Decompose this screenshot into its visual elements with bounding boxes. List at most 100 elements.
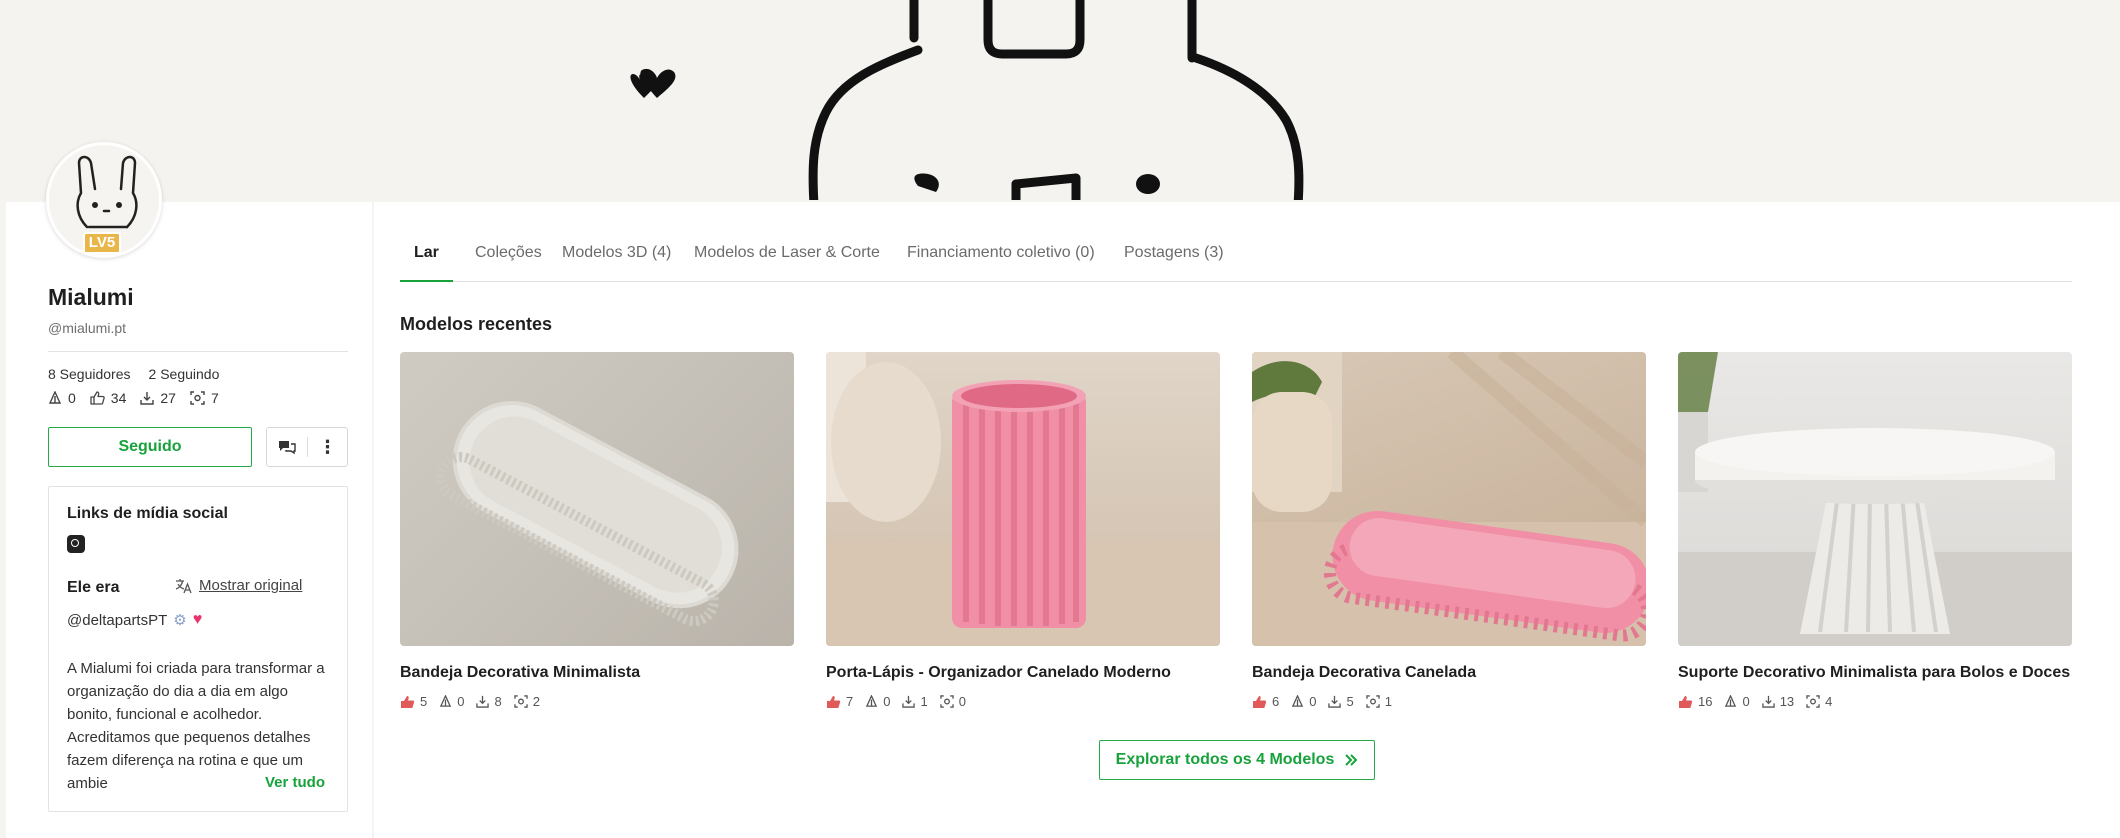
print-stat: 7	[190, 390, 219, 406]
active-tab-indicator	[400, 280, 453, 282]
print-scan-icon	[1806, 695, 1820, 708]
profile-banner	[0, 0, 2120, 200]
tab-home[interactable]: Lar	[414, 244, 439, 262]
print-stat: 2	[514, 694, 540, 709]
download-icon	[476, 695, 490, 708]
model-stats: 16 0 13 4	[1678, 694, 2072, 709]
boost-stat: 0	[865, 694, 890, 709]
print-count: 7	[210, 390, 219, 406]
like-stat: 16	[1678, 694, 1712, 709]
about-handle: @deltapartsPT	[67, 611, 168, 629]
explore-all-models-button[interactable]: Explorar todos os 4 Modelos	[1099, 740, 1375, 780]
see-all-link[interactable]: Ver tudo	[261, 774, 326, 791]
about-title: Ele era	[67, 579, 120, 596]
print-scan-icon	[514, 695, 528, 708]
level-badge: LV5	[83, 232, 121, 254]
boost-icon	[440, 695, 452, 707]
boost-stat: 0	[48, 390, 76, 406]
print-stat: 4	[1806, 694, 1832, 709]
model-thumbnail[interactable]	[400, 352, 794, 646]
boost-count: 0	[1742, 694, 1750, 709]
show-original-link[interactable]: Mostrar original	[175, 577, 302, 594]
model-card[interactable]: Bandeja Decorativa Minimalista 5 0 8 2	[400, 352, 794, 709]
like-stat: 7	[826, 694, 853, 709]
print-scan-icon	[940, 695, 954, 708]
about-handle-line: @deltapartsPT ⚙ ♥	[67, 611, 202, 629]
download-count: 8	[494, 694, 502, 709]
print-stat: 0	[940, 694, 966, 709]
boost-count: 0	[1309, 694, 1317, 709]
model-thumbnail[interactable]	[1252, 352, 1646, 646]
tab-posts[interactable]: Postagens (3)	[1124, 244, 1224, 262]
model-stats: 6 0 5 1	[1252, 694, 1646, 709]
tab-crowdfunding[interactable]: Financiamento coletivo (0)	[907, 244, 1095, 262]
gear-icon: ⚙	[173, 612, 187, 629]
model-thumbnail[interactable]	[826, 352, 1220, 646]
download-count: 13	[1779, 694, 1795, 709]
like-count: 16	[1698, 694, 1713, 709]
bio-fade	[199, 777, 259, 803]
boost-count: 0	[68, 390, 76, 406]
like-stat: 6	[1252, 694, 1279, 709]
tab-collections[interactable]: Coleções	[475, 244, 542, 262]
profile-actions: ⋮	[266, 427, 348, 467]
message-button[interactable]	[267, 428, 307, 466]
thumbs-up-icon	[1253, 695, 1267, 708]
print-count: 1	[1384, 694, 1392, 709]
followers-count[interactable]: 8 Seguidores	[48, 366, 131, 382]
thumbs-up-icon	[827, 695, 841, 708]
download-count: 27	[160, 390, 176, 406]
download-icon	[1328, 695, 1342, 708]
explore-label: Explorar todos os 4 Modelos	[1115, 751, 1335, 768]
download-stat: 5	[1328, 694, 1354, 709]
show-original-label: Mostrar original	[199, 577, 303, 594]
boost-stat: 0	[439, 694, 464, 709]
more-vertical-icon: ⋮	[318, 436, 337, 457]
profile-stats: 0 34 27 7	[48, 390, 219, 406]
download-count: 5	[1346, 694, 1354, 709]
model-card[interactable]: Suporte Decorativo Minimalista para Bolo…	[1678, 352, 2072, 709]
like-stat: 5	[400, 694, 427, 709]
boost-count: 0	[883, 694, 891, 709]
user-handle: @mialumi.pt	[48, 320, 127, 336]
download-icon	[1761, 695, 1775, 708]
model-title[interactable]: Bandeja Decorativa Minimalista	[400, 664, 794, 682]
more-options-button[interactable]: ⋮	[308, 428, 347, 466]
instagram-icon[interactable]	[67, 535, 85, 553]
tab-laser-cut[interactable]: Modelos de Laser & Corte	[694, 244, 880, 262]
model-thumbnail[interactable]	[1678, 352, 2072, 646]
user-name: Mialumi	[48, 284, 134, 310]
print-count: 0	[958, 694, 966, 709]
print-scan-icon	[1366, 695, 1380, 708]
followed-button[interactable]: Seguido	[48, 427, 252, 467]
model-title[interactable]: Porta-Lápis - Organizador Canelado Moder…	[826, 664, 1220, 682]
translate-icon	[175, 578, 192, 593]
download-icon	[140, 392, 155, 405]
like-count: 5	[420, 694, 428, 709]
profile-tabs: Lar Coleções Modelos 3D (4) Modelos de L…	[400, 202, 2072, 282]
like-count: 34	[110, 390, 127, 406]
model-card[interactable]: Bandeja Decorativa Canelada 6 0 5 1	[1252, 352, 1646, 709]
recent-models-title: Modelos recentes	[400, 314, 553, 334]
download-stat: 8	[476, 694, 502, 709]
divider	[48, 351, 348, 352]
boost-stat: 0	[1724, 694, 1750, 709]
print-stat: 1	[1366, 694, 1392, 709]
model-stats: 5 0 8 2	[400, 694, 794, 709]
boost-icon	[866, 695, 878, 707]
model-title[interactable]: Suporte Decorativo Minimalista para Bolo…	[1678, 664, 2072, 682]
chat-icon	[279, 441, 296, 455]
heart-icon: ♥	[192, 611, 203, 628]
tab-3d-models[interactable]: Modelos 3D (4)	[562, 244, 671, 262]
follow-stats: 8 Seguidores 2 Seguindo	[48, 366, 219, 382]
boost-icon	[1292, 695, 1304, 707]
model-title[interactable]: Bandeja Decorativa Canelada	[1252, 664, 1646, 682]
info-card: Links de mídia social Ele era Mostrar or…	[48, 486, 348, 812]
main-content: Lar Coleções Modelos 3D (4) Modelos de L…	[374, 202, 2120, 838]
model-card[interactable]: Porta-Lápis - Organizador Canelado Moder…	[826, 352, 1220, 709]
download-stat: 27	[140, 390, 176, 406]
following-count[interactable]: 2 Seguindo	[149, 366, 220, 382]
download-count: 1	[920, 694, 928, 709]
boost-icon	[48, 391, 62, 404]
download-stat: 13	[1761, 694, 1795, 709]
